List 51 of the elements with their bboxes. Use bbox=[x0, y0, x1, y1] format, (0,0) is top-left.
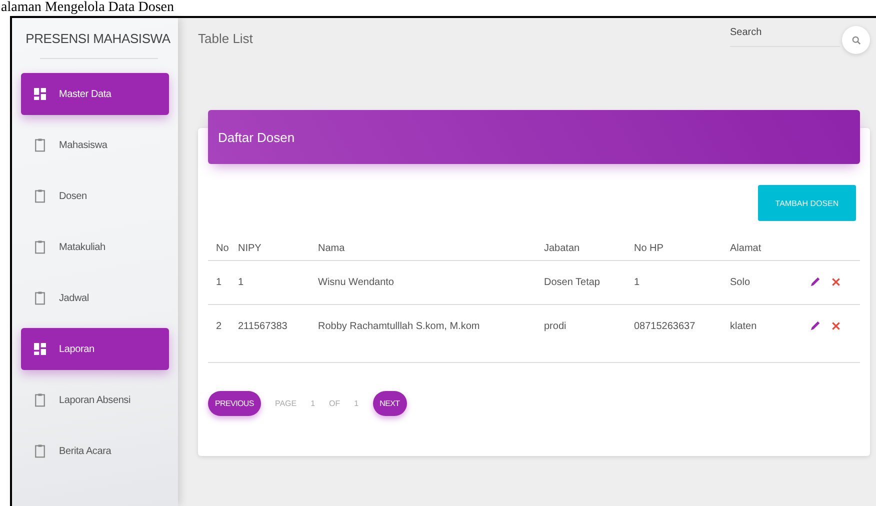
table-cell: 1 bbox=[208, 260, 238, 304]
search-field[interactable]: Search bbox=[730, 25, 840, 47]
edit-icon[interactable] bbox=[810, 320, 821, 330]
table-cell: prodi bbox=[544, 304, 634, 362]
search-icon bbox=[852, 36, 860, 44]
table-cell: 08715263637 bbox=[634, 304, 730, 362]
sidebar-item[interactable]: Matakuliah bbox=[21, 226, 169, 268]
table-cell: Dosen Tetap bbox=[544, 260, 634, 304]
of-label: OF bbox=[329, 399, 340, 408]
dashboard-icon bbox=[34, 87, 46, 101]
column-header: No bbox=[208, 235, 238, 260]
column-header: NIPY bbox=[238, 235, 318, 260]
table-cell: 1 bbox=[634, 260, 730, 304]
sidebar-item[interactable]: Master Data bbox=[21, 73, 169, 115]
edit-icon[interactable] bbox=[810, 276, 821, 286]
sidebar-item[interactable]: Laporan Absensi bbox=[21, 379, 169, 421]
clipboard-icon bbox=[34, 291, 46, 305]
column-header: Nama bbox=[318, 235, 544, 260]
table-cell: Robby Rachamtulllah S.kom, M.kom bbox=[318, 304, 544, 362]
delete-icon[interactable] bbox=[831, 276, 841, 286]
table-cell: Solo bbox=[730, 260, 800, 304]
column-header: No HP bbox=[634, 235, 730, 260]
table-cell: 1 bbox=[238, 260, 318, 304]
sidebar-item[interactable]: Mahasiswa bbox=[21, 124, 169, 166]
table-cell: 211567383 bbox=[238, 304, 318, 362]
app-title: PRESENSI MAHASISWA bbox=[24, 31, 172, 46]
delete-icon[interactable] bbox=[831, 320, 841, 330]
sidebar-item[interactable]: Laporan bbox=[21, 328, 169, 370]
column-header: Alamat bbox=[730, 235, 800, 260]
clipboard-icon bbox=[34, 393, 46, 407]
page-title: Table List bbox=[198, 30, 254, 46]
total-pages: 1 bbox=[354, 399, 359, 408]
sidebar-item[interactable]: Berita Acara bbox=[21, 430, 169, 472]
previous-button[interactable]: PREVIOUS bbox=[208, 391, 261, 416]
sidebar-item[interactable]: Dosen bbox=[21, 175, 169, 217]
next-button[interactable]: NEXT bbox=[372, 391, 407, 416]
table-cell: klaten bbox=[730, 304, 800, 362]
caption-text: alaman Mengelola Data Dosen bbox=[0, 0, 174, 16]
clipboard-icon bbox=[34, 240, 46, 254]
card-title: Daftar Dosen bbox=[218, 130, 295, 144]
search-button[interactable] bbox=[842, 26, 870, 54]
page-number: 1 bbox=[310, 399, 316, 408]
clipboard-icon bbox=[34, 189, 46, 203]
table-cell: 2 bbox=[208, 304, 238, 362]
sidebar-item[interactable]: Jadwal bbox=[21, 277, 169, 319]
page-label: PAGE bbox=[274, 399, 297, 408]
column-header: Jabatan bbox=[544, 235, 634, 260]
table-cell: Wisnu Wendanto bbox=[318, 260, 544, 304]
clipboard-icon bbox=[34, 138, 46, 152]
dashboard-icon bbox=[34, 342, 46, 356]
clipboard-icon bbox=[34, 444, 46, 458]
